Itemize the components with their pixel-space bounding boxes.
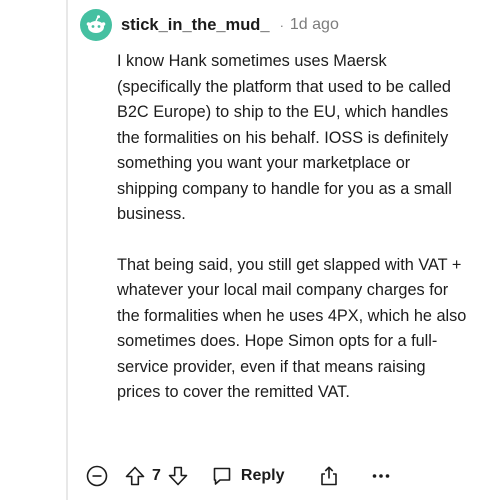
snoo-avatar-icon — [86, 15, 106, 33]
arrow-up-icon — [125, 466, 145, 486]
vote-count: 7 — [152, 467, 161, 484]
share-button[interactable] — [318, 465, 340, 487]
comment-paragraph: I know Hank sometimes uses Maersk (speci… — [117, 52, 452, 223]
minus-circle-icon — [86, 465, 108, 487]
avatar[interactable] — [80, 9, 112, 41]
speech-bubble-icon — [213, 467, 231, 485]
reply-button[interactable]: Reply — [211, 465, 285, 487]
comment: stick_in_the_mud_ · 1d ago I know Hank s… — [0, 0, 477, 500]
reply-label: Reply — [240, 467, 285, 484]
share-icon — [321, 466, 338, 486]
collapse-button[interactable] — [86, 465, 108, 487]
comment-header: stick_in_the_mud_ · 1d ago — [80, 8, 339, 42]
comment-body: I know Hank sometimes uses Maersk (speci… — [117, 49, 467, 406]
separator-dot: · — [279, 17, 284, 33]
ellipsis-icon — [373, 474, 390, 478]
comment-age: 1d ago — [289, 16, 339, 33]
comment-paragraph: That being said, you still get slapped w… — [117, 255, 467, 402]
more-options-button[interactable] — [370, 465, 392, 487]
downvote-button[interactable] — [167, 465, 189, 487]
comment-actions: 7 Reply — [86, 459, 392, 493]
arrow-down-icon — [168, 466, 188, 486]
username[interactable]: stick_in_the_mud_ — [121, 16, 270, 35]
upvote-button[interactable] — [124, 465, 146, 487]
